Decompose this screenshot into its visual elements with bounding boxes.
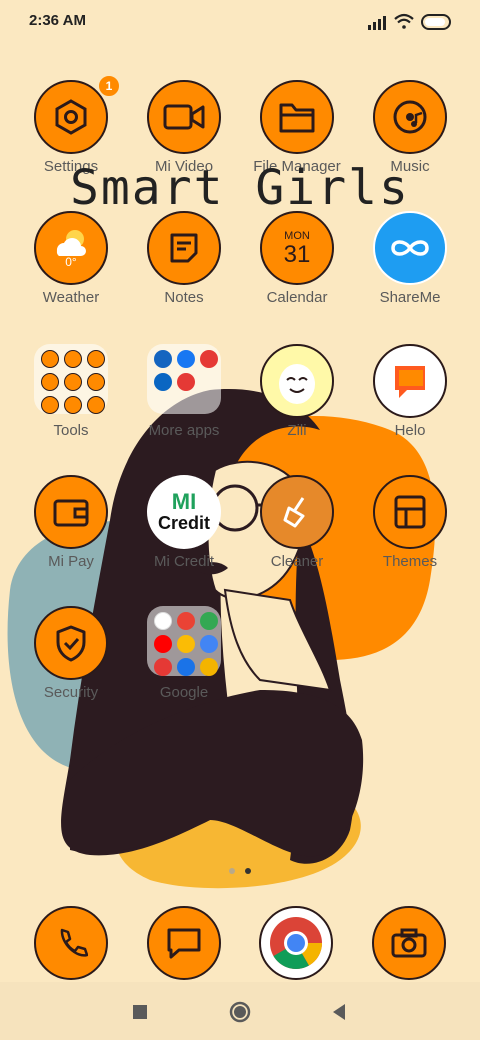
broom-icon bbox=[260, 475, 334, 549]
zili-face-icon bbox=[260, 344, 334, 418]
recents-icon[interactable] bbox=[128, 1000, 152, 1024]
back-icon[interactable] bbox=[328, 1000, 352, 1024]
calendar-icon: MON 31 bbox=[260, 211, 334, 285]
themes-icon bbox=[373, 475, 447, 549]
folder-icon bbox=[260, 80, 334, 154]
dock-phone[interactable] bbox=[34, 906, 110, 982]
home-icon[interactable] bbox=[228, 1000, 252, 1024]
app-label: Mi Credit bbox=[153, 553, 214, 570]
dock-chrome[interactable] bbox=[259, 906, 335, 982]
app-shareme[interactable]: ShareMe bbox=[360, 211, 460, 335]
video-camera-icon bbox=[147, 80, 221, 154]
app-label: Calendar bbox=[266, 289, 328, 306]
tools-folder-icon bbox=[34, 344, 108, 414]
notes-icon bbox=[147, 211, 221, 285]
shield-check-icon bbox=[34, 606, 108, 680]
app-label: Themes bbox=[382, 553, 438, 570]
infinity-share-icon bbox=[373, 211, 447, 285]
app-label: Notes bbox=[164, 289, 204, 306]
dock-camera[interactable] bbox=[372, 906, 448, 982]
status-bar: 2:36 AM bbox=[0, 0, 480, 44]
app-label: Google bbox=[159, 684, 209, 701]
signal-icon bbox=[368, 16, 386, 30]
app-label: Security bbox=[43, 684, 99, 701]
app-label: ShareMe bbox=[379, 289, 441, 306]
notification-badge: 1 bbox=[97, 74, 121, 98]
weather-sun-cloud-icon: 0° bbox=[34, 211, 108, 285]
mi-credit-logo-top: MI bbox=[171, 489, 197, 514]
dock-messages[interactable] bbox=[147, 906, 223, 982]
app-themes[interactable]: Themes bbox=[360, 475, 460, 599]
page-indicator bbox=[229, 868, 251, 874]
chrome-icon bbox=[259, 906, 333, 980]
folder-more-apps[interactable]: More apps bbox=[134, 344, 234, 468]
calendar-day: 31 bbox=[283, 241, 311, 268]
helo-chat-icon bbox=[373, 344, 447, 418]
status-time: 2:36 AM bbox=[29, 12, 86, 29]
mi-credit-logo-icon: MI Credit bbox=[147, 475, 221, 549]
app-label: Helo bbox=[394, 422, 426, 439]
mi-credit-logo-bottom: Credit bbox=[157, 513, 210, 533]
music-disc-icon bbox=[373, 80, 447, 154]
settings-hexagon-icon bbox=[34, 80, 108, 154]
folder-tools[interactable]: Tools bbox=[21, 344, 121, 468]
app-label: Tools bbox=[53, 422, 89, 439]
app-label: Weather bbox=[42, 289, 100, 306]
app-mi-pay[interactable]: Mi Pay bbox=[21, 475, 121, 599]
camera-icon bbox=[372, 906, 446, 980]
app-notes[interactable]: Notes bbox=[134, 211, 234, 335]
wallet-icon bbox=[34, 475, 108, 549]
app-label: More apps bbox=[148, 422, 220, 439]
weather-temp: 0° bbox=[65, 255, 77, 269]
app-helo[interactable]: Helo bbox=[360, 344, 460, 468]
smart-girls-banner: Smart Girls bbox=[70, 160, 410, 216]
navigation-bar bbox=[0, 982, 480, 1040]
app-label: Mi Pay bbox=[48, 553, 94, 570]
app-calendar[interactable]: MON 31 Calendar bbox=[247, 211, 347, 335]
app-label: Cleaner bbox=[270, 553, 324, 570]
message-icon bbox=[147, 906, 221, 980]
app-security[interactable]: Security bbox=[21, 606, 121, 730]
app-mi-credit[interactable]: MI Credit Mi Credit bbox=[134, 475, 234, 599]
more-apps-folder-icon bbox=[147, 344, 221, 414]
battery-icon bbox=[421, 14, 451, 30]
folder-google[interactable]: Google bbox=[134, 606, 234, 730]
app-label: Zili bbox=[287, 422, 307, 439]
app-weather[interactable]: 0° Weather bbox=[21, 211, 121, 335]
google-folder-icon bbox=[147, 606, 221, 676]
phone-icon bbox=[34, 906, 108, 980]
app-cleaner[interactable]: Cleaner bbox=[247, 475, 347, 599]
status-icons bbox=[368, 13, 451, 30]
app-zili[interactable]: Zili bbox=[247, 344, 347, 468]
wifi-icon bbox=[394, 13, 414, 29]
